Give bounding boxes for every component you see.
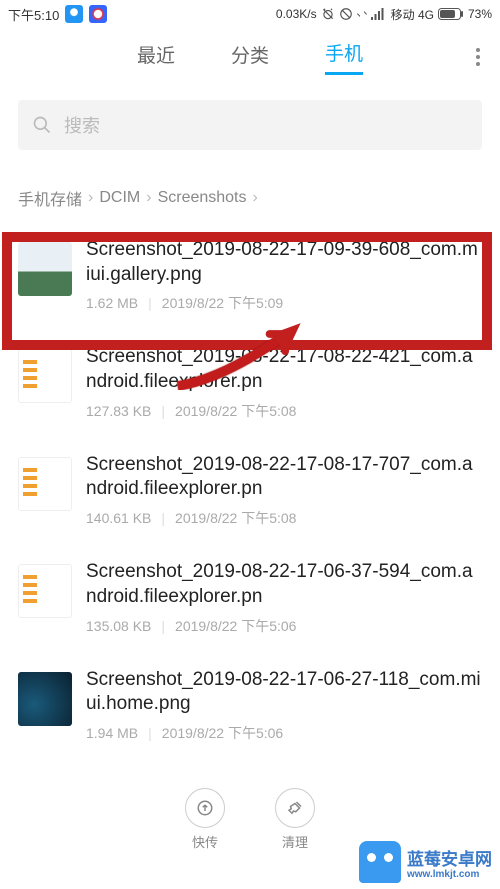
file-name: Screenshot_2019-08-22-17-06-37-594_com.a…: [86, 560, 482, 609]
file-row[interactable]: Screenshot_2019-08-22-17-08-17-707_com.a…: [0, 437, 500, 544]
signal-icon: [371, 8, 387, 20]
watermark: 蓝莓安卓网 www.lmkjt.com: [359, 841, 492, 883]
file-row[interactable]: Screenshot_2019-08-22-17-06-37-594_com.a…: [0, 544, 500, 651]
broom-icon: [275, 788, 315, 828]
file-date: 2019/8/22 下午5:06: [162, 723, 283, 743]
net-speed: 0.03K/s: [276, 7, 317, 21]
quick-send-button[interactable]: 快传: [185, 788, 225, 851]
status-bar: 下午5:10 0.03K/s 移动 4G 73%: [0, 0, 500, 28]
file-thumbnail: [18, 242, 72, 296]
search-icon: [32, 115, 52, 135]
breadcrumb: 手机存储 › DCIM › Screenshots ›: [0, 160, 500, 222]
file-thumbnail: [18, 349, 72, 403]
file-size: 1.62 MB: [86, 295, 138, 311]
crumb-dcim[interactable]: DCIM: [99, 189, 140, 207]
file-thumbnail: [18, 457, 72, 511]
mute-icon: [339, 7, 353, 21]
file-row[interactable]: Screenshot_2019-08-22-17-09-39-608_com.m…: [0, 222, 500, 329]
file-date: 2019/8/22 下午5:06: [175, 616, 296, 636]
file-list: Screenshot_2019-08-22-17-09-39-608_com.m…: [0, 222, 500, 759]
watermark-title: 蓝莓安卓网: [407, 850, 492, 869]
tab-phone[interactable]: 手机: [325, 39, 363, 75]
battery-icon: [438, 8, 464, 20]
file-size: 127.83 KB: [86, 403, 151, 419]
chevron-right-icon: ›: [88, 189, 93, 207]
baidu-icon: [89, 5, 107, 23]
tab-recent[interactable]: 最近: [137, 41, 175, 74]
carrier-text: 移动 4G: [391, 6, 434, 23]
clean-button[interactable]: 清理: [275, 788, 315, 851]
file-row[interactable]: Screenshot_2019-08-22-17-06-27-118_com.m…: [0, 652, 500, 759]
battery-pct: 73%: [468, 7, 492, 21]
quick-send-label: 快传: [192, 832, 218, 851]
file-name: Screenshot_2019-08-22-17-08-17-707_com.a…: [86, 453, 482, 502]
watermark-url: www.lmkjt.com: [407, 870, 492, 880]
file-name: Screenshot_2019-08-22-17-08-22-421_com.a…: [86, 345, 482, 394]
file-date: 2019/8/22 下午5:08: [175, 508, 296, 528]
file-size: 140.61 KB: [86, 510, 151, 526]
file-size: 1.94 MB: [86, 725, 138, 741]
file-size: 135.08 KB: [86, 618, 151, 634]
clean-label: 清理: [282, 832, 308, 851]
search-placeholder: 搜索: [64, 112, 100, 138]
more-menu-icon[interactable]: [476, 48, 480, 66]
status-time: 下午5:10: [8, 5, 59, 24]
file-date: 2019/8/22 下午5:09: [162, 293, 283, 313]
tabs: 最近 分类 手机: [0, 28, 500, 86]
qq-icon: [65, 5, 83, 23]
file-name: Screenshot_2019-08-22-17-09-39-608_com.m…: [86, 238, 482, 287]
data-icon: [357, 7, 367, 21]
crumb-root[interactable]: 手机存储: [18, 186, 82, 210]
alarm-off-icon: [321, 7, 335, 21]
tab-category[interactable]: 分类: [231, 41, 269, 74]
send-icon: [185, 788, 225, 828]
file-thumbnail: [18, 564, 72, 618]
file-thumbnail: [18, 672, 72, 726]
search-input[interactable]: 搜索: [18, 100, 482, 150]
crumb-screenshots[interactable]: Screenshots: [158, 189, 247, 207]
file-date: 2019/8/22 下午5:08: [175, 401, 296, 421]
file-name: Screenshot_2019-08-22-17-06-27-118_com.m…: [86, 668, 482, 717]
file-row[interactable]: Screenshot_2019-08-22-17-08-22-421_com.a…: [0, 329, 500, 436]
chevron-right-icon: ›: [253, 189, 258, 207]
robot-icon: [359, 841, 401, 883]
chevron-right-icon: ›: [146, 189, 151, 207]
